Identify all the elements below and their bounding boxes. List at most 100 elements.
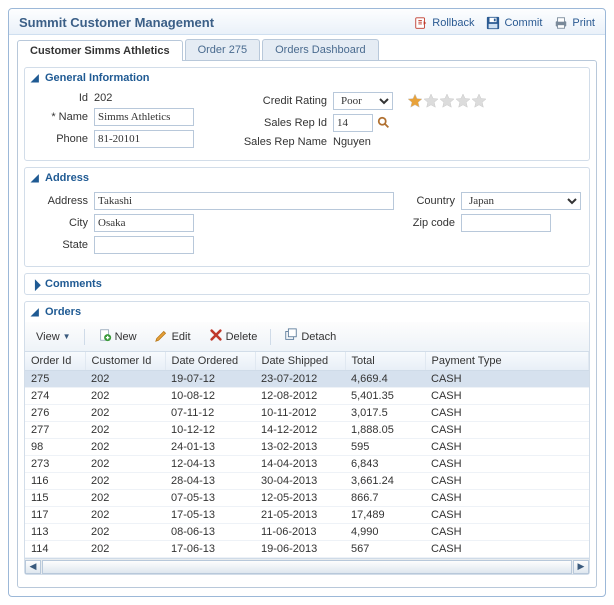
credit-rating-select[interactable]: Poor (333, 92, 393, 110)
panel-header-orders[interactable]: ◢ Orders (25, 302, 589, 322)
name-input[interactable] (94, 108, 194, 126)
city-input[interactable] (94, 214, 194, 232)
table-cell: 202 (85, 473, 165, 490)
column-header[interactable]: Customer Id (85, 352, 165, 371)
id-label: Id (33, 92, 88, 104)
disclosure-icon: ◢ (31, 173, 41, 184)
toolbar-separator (84, 329, 85, 345)
table-cell: 30-04-2013 (255, 473, 345, 490)
page-title: Summit Customer Management (19, 15, 214, 30)
delete-label: Delete (226, 331, 258, 343)
table-row[interactable]: 27720210-12-1214-12-20121,888.05CASH (25, 422, 589, 439)
table-cell: 202 (85, 456, 165, 473)
address-input[interactable] (94, 192, 394, 210)
sales-rep-name-value: Nguyen (333, 136, 371, 148)
tab-2[interactable]: Orders Dashboard (262, 39, 379, 60)
tab-1[interactable]: Order 275 (185, 39, 261, 60)
table-row[interactable]: 11620228-04-1330-04-20133,661.24CASH (25, 473, 589, 490)
phone-input[interactable] (94, 130, 194, 148)
view-label: View (36, 331, 60, 343)
table-cell: 202 (85, 371, 165, 388)
orders-header-row: Order IdCustomer IdDate OrderedDate Ship… (25, 352, 589, 371)
table-cell: 21-05-2013 (255, 507, 345, 524)
table-cell: 10-12-12 (165, 422, 255, 439)
table-cell: 275 (25, 371, 85, 388)
commit-label: Commit (504, 17, 542, 29)
name-label: * Name (33, 111, 88, 123)
star-icon[interactable] (471, 93, 487, 109)
zip-label: Zip code (400, 217, 455, 229)
panel-comments: ◢ Comments (24, 273, 590, 295)
table-cell: 13-02-2013 (255, 439, 345, 456)
rollback-button[interactable]: Rollback (414, 16, 474, 30)
orders-table: Order IdCustomer IdDate OrderedDate Ship… (25, 352, 589, 558)
new-label: New (115, 331, 137, 343)
column-header[interactable]: Date Shipped (255, 352, 345, 371)
column-header[interactable]: Order Id (25, 352, 85, 371)
table-row[interactable]: 27420210-08-1212-08-20125,401.35CASH (25, 388, 589, 405)
panel-header-comments[interactable]: ◢ Comments (25, 274, 589, 294)
table-cell: 202 (85, 405, 165, 422)
edit-button[interactable]: Edit (148, 325, 198, 348)
new-button[interactable]: New (91, 325, 144, 348)
star-icon[interactable] (423, 93, 439, 109)
save-icon (486, 16, 500, 30)
star-icon[interactable] (407, 93, 423, 109)
detach-button[interactable]: Detach (277, 325, 343, 348)
state-input[interactable] (94, 236, 194, 254)
zip-input[interactable] (461, 214, 551, 232)
table-cell: 14-04-2013 (255, 456, 345, 473)
table-row[interactable]: 27620207-11-1210-11-20123,017.5CASH (25, 405, 589, 422)
table-cell: 23-07-2012 (255, 371, 345, 388)
orders-toolbar: View ▼ New Edit Delete (25, 322, 589, 352)
table-cell: 274 (25, 388, 85, 405)
horizontal-scrollbar[interactable]: ◀ ▶ (25, 558, 589, 574)
table-row[interactable]: 11420217-06-1319-06-2013567CASH (25, 541, 589, 558)
scroll-left-button[interactable]: ◀ (25, 560, 41, 574)
table-cell: CASH (425, 422, 589, 439)
table-cell: 115 (25, 490, 85, 507)
table-cell: 4,669.4 (345, 371, 425, 388)
column-header[interactable]: Payment Type (425, 352, 589, 371)
table-cell: 202 (85, 541, 165, 558)
panel-header-general[interactable]: ◢ General Information (25, 68, 589, 88)
table-cell: CASH (425, 490, 589, 507)
panel-header-address[interactable]: ◢ Address (25, 168, 589, 188)
star-icon[interactable] (455, 93, 471, 109)
header: Summit Customer Management Rollback Comm… (9, 9, 605, 35)
table-cell: 12-05-2013 (255, 490, 345, 507)
lookup-icon[interactable] (377, 116, 391, 130)
table-cell: 5,401.35 (345, 388, 425, 405)
table-row[interactable]: 9820224-01-1313-02-2013595CASH (25, 439, 589, 456)
country-select[interactable]: Japan (461, 192, 581, 210)
column-header[interactable]: Total (345, 352, 425, 371)
tab-0[interactable]: Customer Simms Athletics (17, 40, 183, 61)
table-cell: CASH (425, 507, 589, 524)
scroll-right-button[interactable]: ▶ (573, 560, 589, 574)
detach-label: Detach (301, 331, 336, 343)
rollback-icon (414, 16, 428, 30)
id-value: 202 (94, 92, 112, 104)
view-menu-button[interactable]: View ▼ (29, 328, 78, 346)
edit-label: Edit (172, 331, 191, 343)
table-cell: CASH (425, 524, 589, 541)
table-cell: 202 (85, 422, 165, 439)
star-icon[interactable] (439, 93, 455, 109)
dropdown-icon: ▼ (63, 332, 71, 341)
sales-rep-name-label: Sales Rep Name (229, 136, 327, 148)
table-row[interactable]: 27320212-04-1314-04-20136,843CASH (25, 456, 589, 473)
table-cell: 595 (345, 439, 425, 456)
table-row[interactable]: 27520219-07-1223-07-20124,669.4CASH (25, 371, 589, 388)
table-row[interactable]: 11720217-05-1321-05-201317,489CASH (25, 507, 589, 524)
city-label: City (33, 217, 88, 229)
print-button[interactable]: Print (554, 16, 595, 30)
table-cell: 98 (25, 439, 85, 456)
column-header[interactable]: Date Ordered (165, 352, 255, 371)
delete-button[interactable]: Delete (202, 325, 265, 348)
scroll-thumb[interactable] (42, 560, 572, 574)
table-row[interactable]: 11520207-05-1312-05-2013866.7CASH (25, 490, 589, 507)
commit-button[interactable]: Commit (486, 16, 542, 30)
table-row[interactable]: 11320208-06-1311-06-20134,990CASH (25, 524, 589, 541)
content-area: ◢ General Information Id 202 * Name (17, 60, 597, 588)
sales-rep-id-input[interactable] (333, 114, 373, 132)
